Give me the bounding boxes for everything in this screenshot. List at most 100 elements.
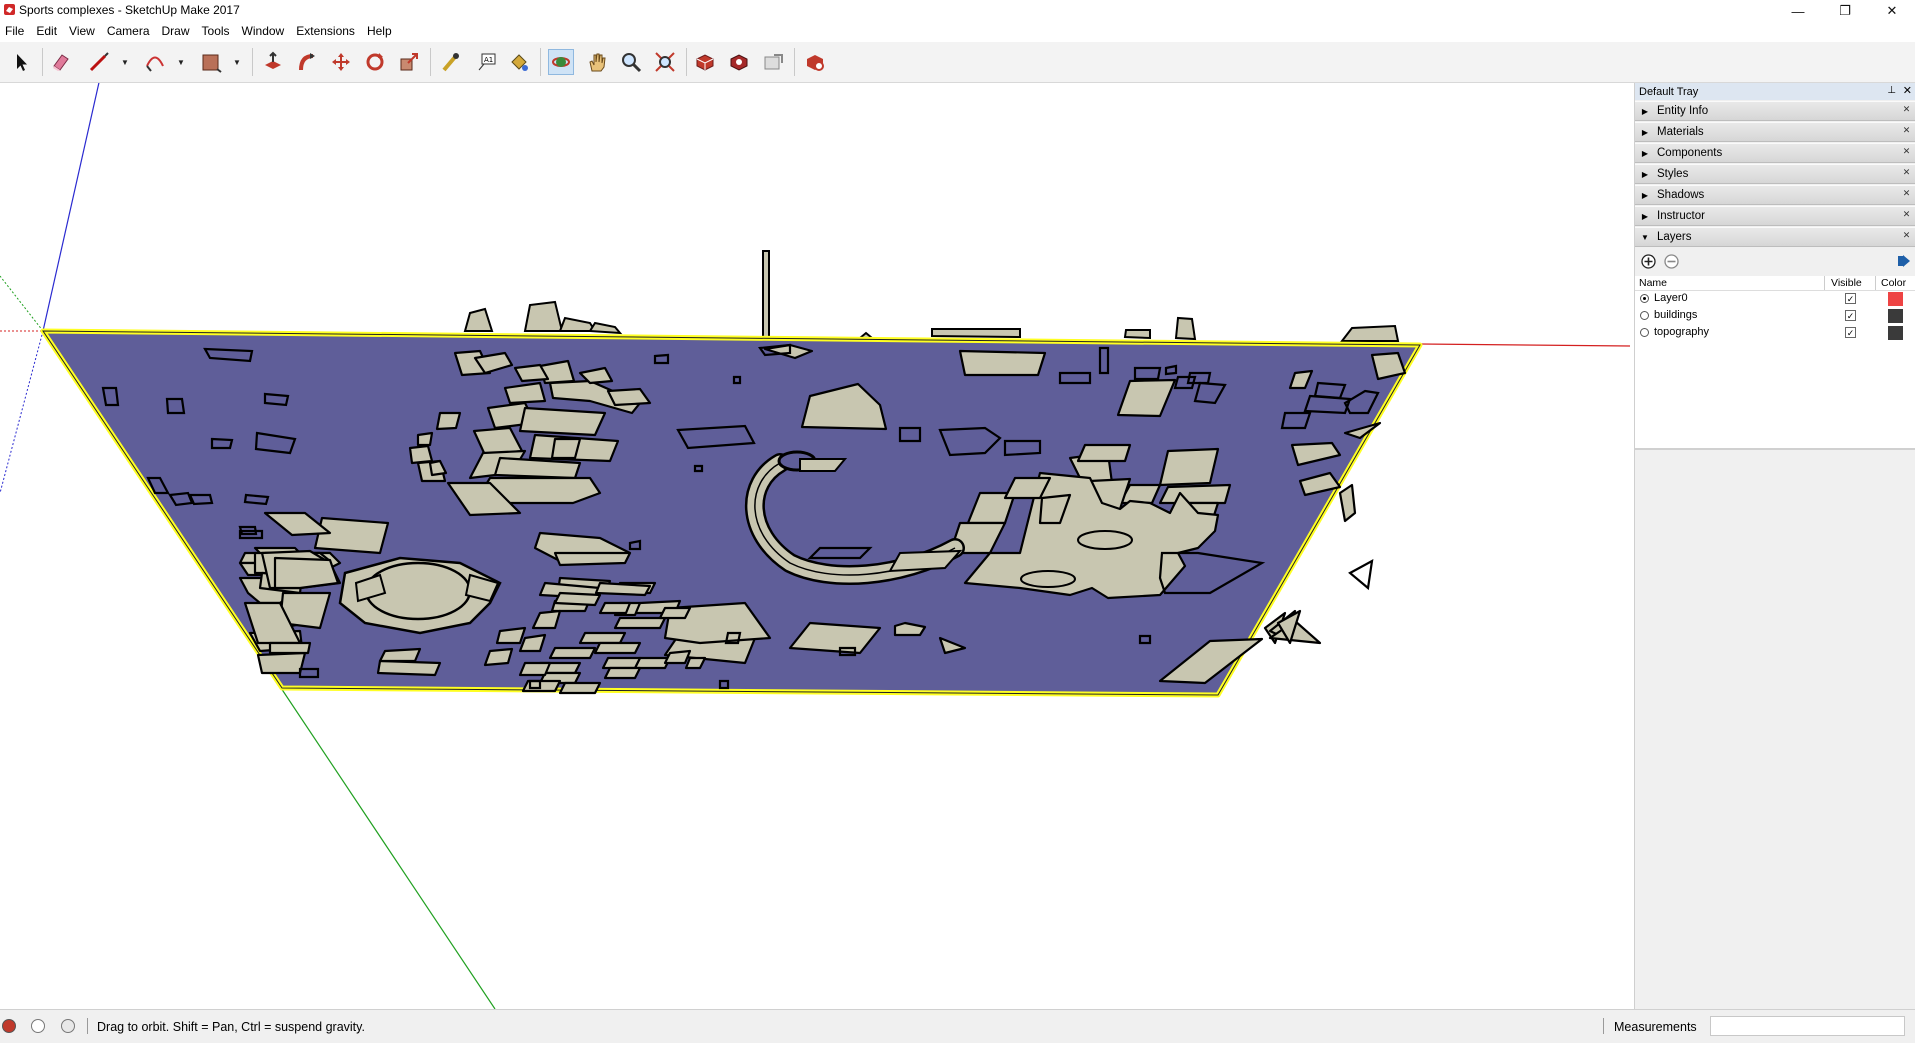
paint-bucket-tool-icon[interactable]	[506, 49, 532, 75]
panel-styles[interactable]: ▶ Styles ✕	[1635, 164, 1915, 184]
expand-arrow-icon: ▶	[1641, 148, 1649, 158]
extension-manager-icon[interactable]	[802, 49, 828, 75]
expand-arrow-icon: ▶	[1641, 127, 1649, 137]
layers-toolbar	[1635, 248, 1915, 276]
tape-measure-tool-icon[interactable]	[438, 49, 464, 75]
default-tray: Default Tray ⊥ ✕ ▶ Entity Info ✕ ▶ Mater…	[1634, 83, 1915, 1009]
red-axis	[1419, 343, 1630, 347]
layer-row[interactable]: topography ✓	[1635, 325, 1915, 342]
select-tool-icon[interactable]	[8, 49, 34, 75]
menu-edit[interactable]: Edit	[31, 22, 64, 42]
arc-dropdown-icon[interactable]: ▼	[176, 57, 186, 67]
rectangle-tool-icon[interactable]	[198, 49, 224, 75]
eraser-tool-icon[interactable]	[48, 49, 74, 75]
layer-color-swatch[interactable]	[1888, 292, 1903, 306]
panel-components[interactable]: ▶ Components ✕	[1635, 143, 1915, 163]
layer-name[interactable]: buildings	[1654, 309, 1697, 321]
geo-location-icon[interactable]	[2, 1019, 16, 1033]
pin-icon[interactable]: ⊥	[1887, 85, 1896, 96]
menu-window[interactable]: Window	[237, 22, 292, 42]
push-pull-tool-icon[interactable]	[260, 49, 286, 75]
delete-layer-icon[interactable]	[1664, 254, 1679, 269]
user-account-icon[interactable]	[61, 1019, 75, 1033]
panel-entity-info[interactable]: ▶ Entity Info ✕	[1635, 101, 1915, 121]
arc-tool-icon[interactable]	[142, 49, 168, 75]
layer-visible-checkbox[interactable]: ✓	[1845, 310, 1856, 321]
expand-arrow-icon: ▶	[1641, 106, 1649, 116]
column-visible[interactable]: Visible	[1831, 277, 1862, 289]
panel-close-icon[interactable]: ✕	[1901, 125, 1912, 136]
menu-tools[interactable]: Tools	[197, 22, 237, 42]
measurements-input[interactable]	[1710, 1016, 1905, 1036]
zoom-extents-tool-icon[interactable]	[652, 49, 678, 75]
panel-layers[interactable]: ▼ Layers ✕	[1635, 227, 1915, 247]
green-axis-negative	[0, 275, 44, 332]
panel-shadows[interactable]: ▶ Shadows ✕	[1635, 185, 1915, 205]
measurements-label: Measurements	[1614, 1020, 1697, 1034]
title-bar: Sports complexes - SketchUp Make 2017 — …	[0, 0, 1915, 22]
line-tool-icon[interactable]	[86, 49, 112, 75]
close-button[interactable]: ✕	[1869, 0, 1915, 22]
layer-row[interactable]: buildings ✓	[1635, 308, 1915, 325]
layer-name[interactable]: Layer0	[1654, 292, 1688, 304]
panel-close-icon[interactable]: ✕	[1901, 209, 1912, 220]
status-message: Drag to orbit. Shift = Pan, Ctrl = suspe…	[97, 1020, 365, 1034]
menu-camera[interactable]: Camera	[102, 22, 157, 42]
tray-header: Default Tray ⊥ ✕	[1635, 83, 1915, 100]
current-layer-radio[interactable]	[1640, 311, 1649, 320]
layer-row[interactable]: Layer0 ✓	[1635, 291, 1915, 308]
minimize-button[interactable]: —	[1775, 0, 1821, 22]
rotate-tool-icon[interactable]	[362, 49, 388, 75]
blue-axis	[42, 83, 100, 332]
current-layer-radio[interactable]	[1640, 328, 1649, 337]
layout-send-icon[interactable]	[760, 49, 786, 75]
panel-close-icon[interactable]: ✕	[1901, 104, 1912, 115]
pan-tool-icon[interactable]	[584, 49, 610, 75]
line-dropdown-icon[interactable]: ▼	[120, 57, 130, 67]
layer-color-swatch[interactable]	[1888, 309, 1903, 323]
building-silhouettes	[463, 250, 1400, 342]
panel-instructor[interactable]: ▶ Instructor ✕	[1635, 206, 1915, 226]
maximize-button[interactable]: ❐	[1822, 0, 1868, 22]
current-layer-radio[interactable]	[1640, 294, 1649, 303]
layers-table-header: Name Visible Color	[1635, 276, 1915, 291]
layers-panel-body: Name Visible Color Layer0 ✓ buildings ✓ …	[1635, 248, 1915, 450]
add-layer-icon[interactable]	[1641, 254, 1656, 269]
layer-visible-checkbox[interactable]: ✓	[1845, 327, 1856, 338]
panel-close-icon[interactable]: ✕	[1901, 146, 1912, 157]
layer-visible-checkbox[interactable]: ✓	[1845, 293, 1856, 304]
menu-file[interactable]: File	[0, 22, 31, 42]
layer-color-swatch[interactable]	[1888, 326, 1903, 340]
shape-dropdown-icon[interactable]: ▼	[232, 57, 242, 67]
panel-close-icon[interactable]: ✕	[1901, 230, 1912, 241]
panel-close-icon[interactable]: ✕	[1901, 188, 1912, 199]
column-color[interactable]: Color	[1881, 277, 1906, 289]
menu-draw[interactable]: Draw	[157, 22, 197, 42]
menu-extensions[interactable]: Extensions	[291, 22, 362, 42]
status-bar: Drag to orbit. Shift = Pan, Ctrl = suspe…	[0, 1009, 1915, 1043]
menu-help[interactable]: Help	[362, 22, 399, 42]
tray-close-icon[interactable]: ✕	[1903, 84, 1912, 97]
panel-close-icon[interactable]: ✕	[1901, 167, 1912, 178]
panel-materials[interactable]: ▶ Materials ✕	[1635, 122, 1915, 142]
menu-view[interactable]: View	[64, 22, 102, 42]
expand-arrow-icon: ▶	[1641, 190, 1649, 200]
extension-warehouse-icon[interactable]	[726, 49, 752, 75]
collapse-arrow-icon: ▼	[1641, 232, 1649, 242]
orbit-tool-icon[interactable]	[548, 49, 574, 75]
zoom-tool-icon[interactable]	[618, 49, 644, 75]
move-tool-icon[interactable]	[328, 49, 354, 75]
column-name[interactable]: Name	[1639, 277, 1667, 289]
sketchup-logo-icon	[4, 4, 15, 15]
model-viewport[interactable]	[0, 83, 1630, 1009]
toolbar: ▼ ▼ ▼ A1	[0, 42, 1915, 83]
expand-arrow-icon: ▶	[1641, 169, 1649, 179]
3d-warehouse-icon[interactable]	[692, 49, 718, 75]
layer-name[interactable]: topography	[1654, 326, 1709, 338]
follow-me-tool-icon[interactable]	[294, 49, 320, 75]
svg-text:A1: A1	[484, 56, 493, 64]
scale-tool-icon[interactable]	[396, 49, 422, 75]
layers-details-arrow-icon[interactable]	[1897, 254, 1911, 268]
text-tool-icon[interactable]: A1	[474, 49, 500, 75]
credits-icon[interactable]	[31, 1019, 45, 1033]
